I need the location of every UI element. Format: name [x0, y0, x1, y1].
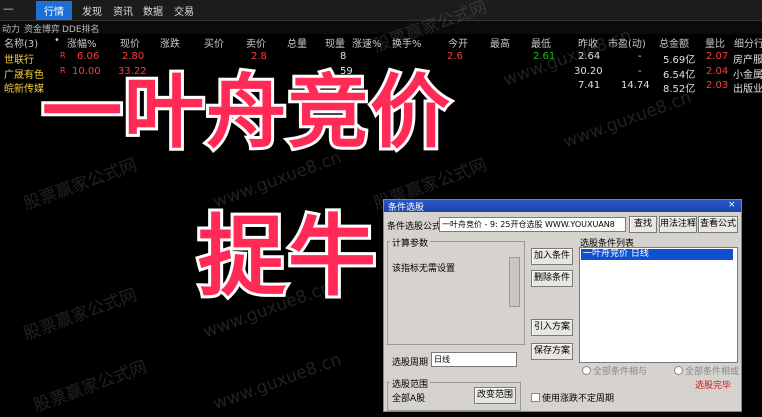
- cell-name: 广晟有色: [4, 70, 44, 81]
- cell-prev-close: 7.41: [578, 80, 601, 91]
- radio-all-and-label: 全部条件相与: [593, 367, 648, 377]
- col-industry[interactable]: 细分行: [734, 35, 762, 50]
- params-note: 该指标无需设置: [392, 264, 456, 274]
- cell-industry: 房产服: [733, 55, 762, 66]
- cell-amount: 5.69亿: [663, 55, 696, 66]
- tab-trade[interactable]: 交易: [174, 3, 194, 18]
- range-label: 选股范围: [390, 377, 431, 390]
- params-scrollbar[interactable]: [509, 257, 520, 307]
- watermark-url: www.guxue8.cn: [210, 349, 345, 415]
- tab-data[interactable]: 数据: [143, 3, 163, 18]
- usage-note-button[interactable]: 用法注释: [659, 216, 697, 233]
- period-select[interactable]: 日线: [431, 352, 517, 367]
- cell-amount: 6.54亿: [663, 70, 696, 81]
- radio-all-and[interactable]: [582, 366, 591, 375]
- close-icon[interactable]: ×: [728, 200, 736, 210]
- stock-picker-dialog: 条件选股 × 条件选股公式 一叶舟竞价 - 9: 25开仓选股 WWW.YOUX…: [383, 199, 742, 412]
- formula-select[interactable]: 一叶舟竞价 - 9: 25开仓选股 WWW.YOUXUAN8: [439, 217, 626, 232]
- tab-news[interactable]: 资讯: [113, 3, 133, 18]
- dialog-title: 条件选股: [388, 203, 425, 213]
- tab-discover[interactable]: 发现: [82, 3, 102, 18]
- cell-vol-ratio: 2.04: [706, 66, 729, 77]
- col-name[interactable]: 名称(3): [4, 35, 38, 50]
- watermark-url: www.guxue8.cn: [560, 87, 695, 153]
- range-value: 全部A股: [392, 394, 426, 404]
- col-high[interactable]: 最高: [490, 35, 510, 50]
- condition-list[interactable]: 一叶舟竞价 日线: [579, 247, 738, 363]
- delete-condition-button[interactable]: 删除条件: [531, 270, 573, 287]
- cell-name: 世联行: [4, 55, 34, 66]
- cell-prev-close: 30.20: [574, 66, 603, 77]
- cell-name: 皖新传媒: [4, 84, 44, 95]
- col-low[interactable]: 最低: [531, 35, 551, 50]
- subbar-item-power[interactable]: 动力: [2, 22, 20, 35]
- query-button[interactable]: 查找: [629, 216, 657, 233]
- col-vol-ratio[interactable]: 量比: [705, 35, 725, 50]
- minimize-icon[interactable]: —: [3, 2, 14, 15]
- watermark-text: 股票赢家公式网: [31, 357, 150, 417]
- cell-industry: 小金属: [733, 70, 762, 81]
- change-range-button[interactable]: 改变范围: [474, 387, 516, 404]
- cell-pe: -: [638, 66, 642, 77]
- cell-vol-ratio: 2.07: [706, 51, 729, 62]
- import-plan-button[interactable]: 引入方案: [531, 319, 573, 336]
- subbar-item-fund-game[interactable]: 资金博弈: [24, 22, 60, 35]
- overlay-title-line2: 捉牛: [195, 202, 379, 311]
- col-flag: •: [54, 35, 60, 46]
- tab-market[interactable]: 行情: [36, 1, 72, 20]
- status-text: 选股完毕: [695, 381, 732, 391]
- watermark-text: 股票赢家公式网: [21, 285, 140, 345]
- overlay-title-line1: 一叶舟竞价: [39, 63, 453, 162]
- save-plan-button[interactable]: 保存方案: [531, 343, 573, 360]
- menu-bar: — 行情 发现 资讯 数据 交易: [0, 0, 762, 21]
- dialog-title-bar[interactable]: 条件选股 ×: [384, 200, 741, 213]
- subbar-item-dde-rank[interactable]: DDE排名: [62, 22, 100, 35]
- col-amount[interactable]: 总金额: [659, 35, 689, 50]
- pre-fq-checkbox[interactable]: [531, 393, 540, 402]
- pre-fq-label: 使用涨跌不定周期: [542, 394, 615, 404]
- period-label: 选股周期: [392, 358, 429, 368]
- cell-vol-ratio: 2.03: [706, 80, 729, 91]
- view-formula-button[interactable]: 查看公式: [698, 216, 738, 233]
- condition-list-item[interactable]: 一叶舟竞价 日线: [581, 249, 733, 260]
- params-group: [387, 241, 525, 345]
- params-label: 计算参数: [390, 236, 431, 249]
- radio-all-or-label: 全部条件相或: [685, 367, 740, 377]
- formula-label: 条件选股公式: [387, 222, 442, 232]
- radio-all-or[interactable]: [674, 366, 683, 375]
- cell-pe: -: [638, 51, 642, 62]
- cell-pe: 14.74: [621, 80, 650, 91]
- add-condition-button[interactable]: 加入条件: [531, 248, 573, 265]
- cell-industry: 出版业: [733, 84, 762, 95]
